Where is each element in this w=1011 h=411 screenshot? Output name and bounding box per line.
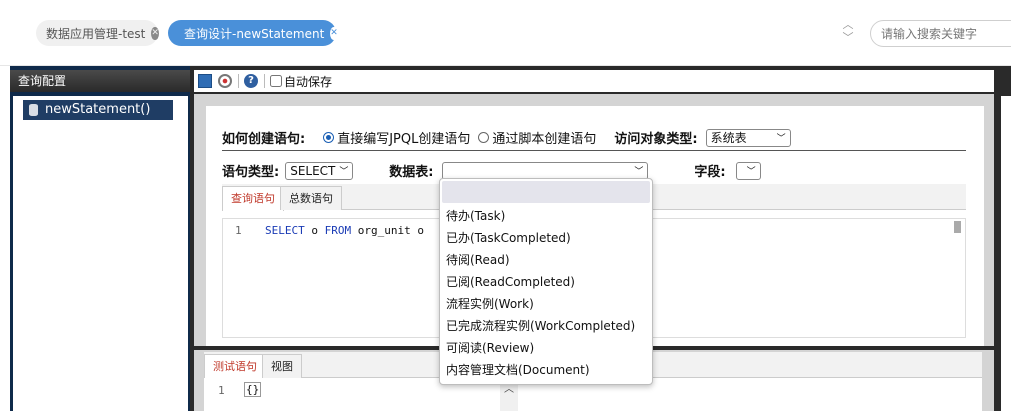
dropdown-option[interactable]: 待办(Task) (446, 205, 505, 227)
dropdown-option[interactable]: 待阅(Read) (446, 249, 510, 271)
code-line: SELECT o FROM org_unit o (265, 224, 424, 237)
table-label: 数据表: (389, 165, 434, 180)
field-label: 字段: (694, 165, 726, 180)
statement-type-label: 语句类型: (222, 165, 280, 180)
field-select[interactable]: ﹀ (735, 161, 761, 180)
left-panel-title: 查询配置 (10, 70, 190, 92)
dropdown-option[interactable]: 内容管理文档(Document) (446, 359, 590, 381)
dropdown-option[interactable]: 已办(TaskCompleted) (446, 227, 571, 249)
radio-script-label: 通过脚本创建语句 (492, 132, 597, 147)
editor-scrollbar[interactable] (954, 221, 961, 233)
radio-direct-jpql[interactable] (323, 132, 335, 143)
autosave-label: 自动保存 (284, 74, 333, 89)
tab-test-statement[interactable]: 测试语句 (204, 354, 266, 379)
line-number: 1 (235, 224, 242, 237)
test-content: {} (244, 382, 262, 397)
tab-label: 数据应用管理-test (46, 26, 146, 41)
toolbar: ? 自动保存 (194, 70, 994, 92)
search-input[interactable] (870, 20, 1011, 47)
chevron-down-icon: ﹀ (776, 134, 786, 144)
create-method-row: 如何创建语句: 直接编写JPQL创建语句 通过脚本创建语句 访问对象类型: 系统… (222, 128, 791, 147)
save-icon[interactable] (198, 74, 212, 88)
left-panel: 查询配置 newStatement() (10, 66, 190, 411)
database-icon (29, 104, 38, 116)
tree-container: newStatement() (13, 96, 188, 411)
dropdown-option[interactable]: 已完成流程实例(WorkCompleted) (446, 315, 635, 337)
dropdown-option[interactable]: 可阅读(Review) (446, 337, 534, 359)
tab-query-statement[interactable]: 查询语句 (222, 186, 284, 211)
collapse-toggle-icon[interactable]: ︿ ﹀ (838, 18, 858, 48)
autosave-toggle[interactable]: 自动保存 (270, 73, 332, 90)
radio-direct-label: 直接编写JPQL创建语句 (337, 132, 471, 147)
tab-view[interactable]: 视图 (262, 354, 302, 378)
top-tab-bar: 数据应用管理-test ✕ 查询设计-newStatement ✕ ︿ ﹀ (0, 0, 1011, 66)
toolbar-divider (264, 74, 265, 88)
table-dropdown-list: 待办(Task) 已办(TaskCompleted) 待阅(Read) 已阅(R… (439, 178, 653, 385)
toolbar-divider (238, 74, 239, 88)
statement-type-select[interactable]: SELECT ﹀ (285, 161, 354, 180)
autosave-checkbox[interactable] (270, 75, 282, 87)
help-icon[interactable]: ? (244, 74, 258, 88)
tab-data-app-management[interactable]: 数据应用管理-test ✕ (36, 20, 159, 46)
form-divider (222, 150, 966, 151)
tab-query-design[interactable]: 查询设计-newStatement ✕ (168, 20, 338, 46)
chevron-down-icon: ﹀ (634, 167, 644, 177)
dropdown-option[interactable]: 流程实例(Work) (446, 293, 534, 315)
close-icon[interactable]: ✕ (330, 26, 338, 40)
tree-item-newstatement[interactable]: newStatement() (23, 100, 173, 120)
dropdown-option-blank[interactable] (442, 181, 650, 203)
line-number: 1 (218, 384, 225, 397)
right-panel-body (1001, 96, 1011, 411)
tree-item-label: newStatement() (45, 102, 151, 117)
close-icon[interactable]: ✕ (151, 26, 159, 40)
tab-count-statement[interactable]: 总数语句 (280, 186, 342, 210)
access-type-select[interactable]: 系统表 ﹀ (705, 128, 791, 147)
tab-label: 查询设计-newStatement (184, 26, 325, 41)
access-type-label: 访问对象类型: (614, 132, 698, 147)
table-select[interactable]: ﹀ (442, 161, 649, 180)
statement-type-value: SELECT (290, 163, 336, 178)
create-method-label: 如何创建语句: (222, 132, 306, 147)
chevron-down-icon: ﹀ (339, 167, 349, 177)
right-panel-edge (998, 66, 1011, 411)
chevron-down-icon: ﹀ (746, 167, 756, 177)
radio-script[interactable] (478, 132, 490, 143)
preview-icon[interactable] (218, 74, 232, 88)
access-type-value: 系统表 (710, 131, 747, 145)
dropdown-option[interactable]: 已阅(ReadCompleted) (446, 271, 575, 293)
